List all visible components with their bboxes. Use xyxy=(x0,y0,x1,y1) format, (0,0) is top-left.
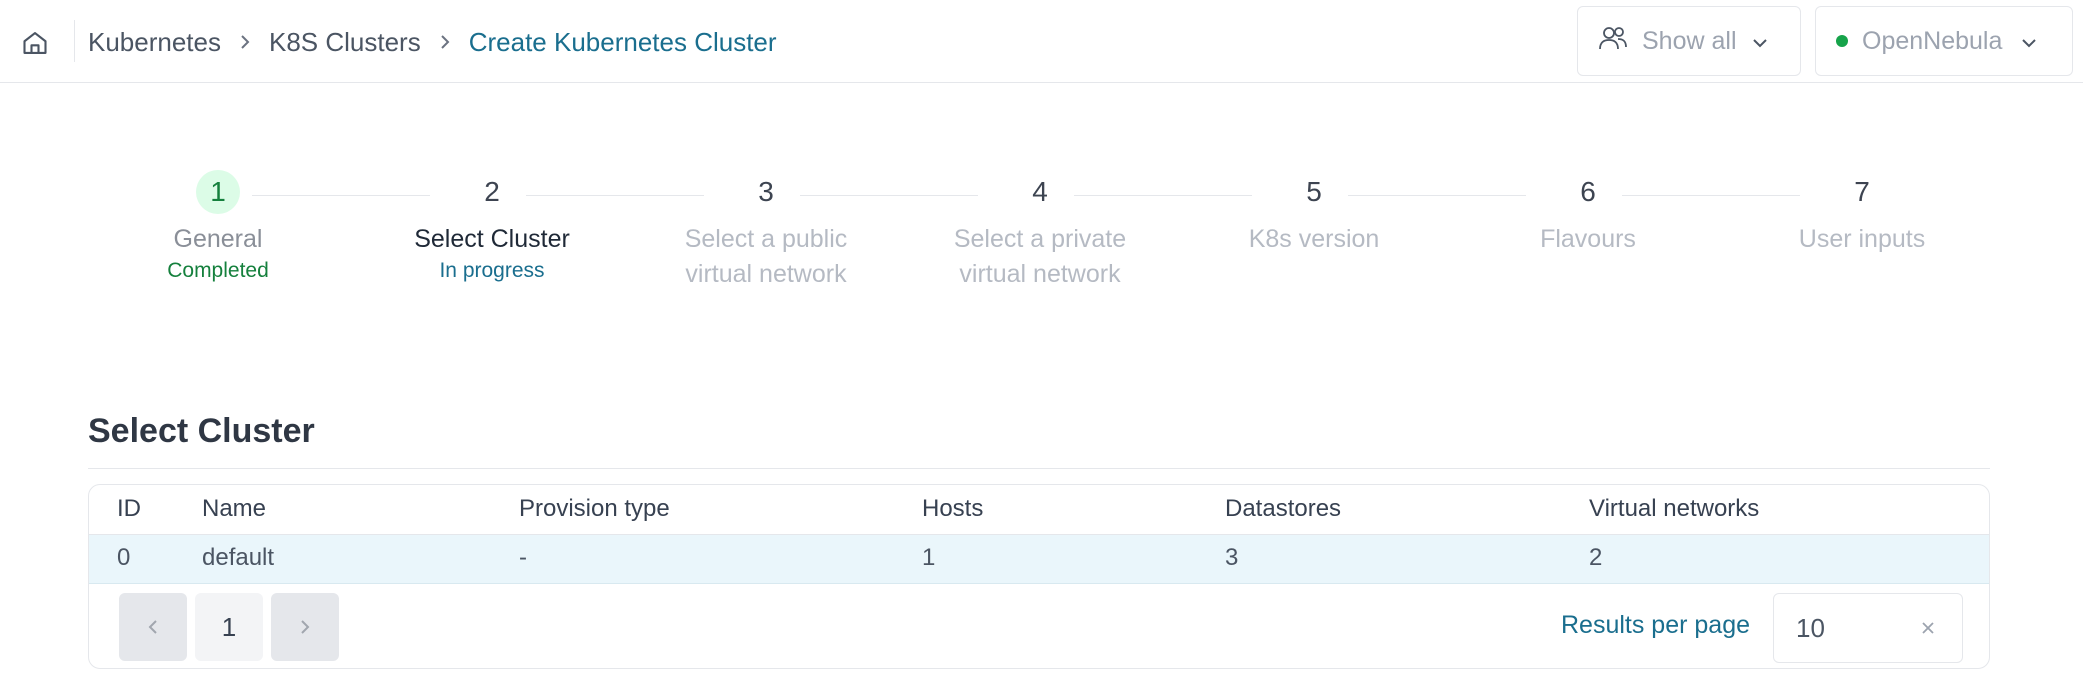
pagination: 1 xyxy=(119,593,339,661)
zone-status-dot xyxy=(1836,35,1848,47)
users-icon xyxy=(1598,24,1628,59)
chevron-down-icon xyxy=(2020,27,2038,56)
cell-provision-type: - xyxy=(519,544,527,571)
step-status: Completed xyxy=(167,259,269,282)
step-label: Select Cluster xyxy=(414,225,570,253)
breadcrumb-kubernetes[interactable]: Kubernetes xyxy=(88,27,221,58)
header-divider xyxy=(74,20,75,62)
step-label: User inputs xyxy=(1798,225,1926,253)
previous-page-button[interactable] xyxy=(119,593,187,661)
step-status: In progress xyxy=(439,259,545,282)
step-select-cluster[interactable]: 2 Select Cluster In progress xyxy=(372,170,612,285)
groups-filter-button[interactable]: Show all xyxy=(1577,6,1801,76)
clusters-table: ID Name Provision type Hosts Datastores … xyxy=(88,484,1990,669)
cell-virtual-networks: 2 xyxy=(1589,544,1603,571)
cell-hosts: 1 xyxy=(922,544,936,571)
table-row[interactable]: 0 default - 1 3 2 xyxy=(89,535,1989,584)
step-user-inputs: 7 User inputs xyxy=(1742,170,1982,257)
step-label: Flavours xyxy=(1540,225,1636,253)
next-page-button[interactable] xyxy=(271,593,339,661)
groups-filter-label: Show all xyxy=(1642,26,1737,55)
chevron-down-icon xyxy=(1751,27,1769,56)
step-number: 7 xyxy=(1854,176,1870,207)
breadcrumb-current: Create Kubernetes Cluster xyxy=(468,26,777,57)
step-private-network: 4 Select a private virtual network xyxy=(920,170,1160,292)
cell-datastores: 3 xyxy=(1225,544,1239,571)
column-header-name: Name xyxy=(202,495,267,522)
breadcrumb-k8s-clusters[interactable]: K8S Clusters xyxy=(269,27,421,58)
step-number: 1 xyxy=(196,170,240,214)
top-header: Kubernetes K8S Clusters Create Kubernete… xyxy=(0,0,2083,83)
wizard-stepper: 1 General Completed 2 Select Cluster In … xyxy=(80,170,1925,320)
zone-label: OpenNebula xyxy=(1862,26,2003,55)
results-per-page-select[interactable]: 10 xyxy=(1773,593,1963,663)
results-per-page-label: Results per page xyxy=(1561,611,1751,639)
section-title: Select Cluster xyxy=(88,412,315,450)
cell-name: default xyxy=(202,544,275,571)
step-k8s-version: 5 K8s version xyxy=(1194,170,1434,257)
column-header-provision-type: Provision type xyxy=(519,495,670,522)
step-number: 5 xyxy=(1306,176,1322,207)
chevron-right-icon xyxy=(437,32,453,52)
step-label: Select a public virtual network xyxy=(684,225,848,288)
column-header-id: ID xyxy=(117,495,141,522)
cell-id: 0 xyxy=(117,544,131,571)
step-number: 2 xyxy=(484,176,500,207)
chevron-right-icon xyxy=(301,620,310,634)
step-label: General xyxy=(173,225,263,253)
column-header-hosts: Hosts xyxy=(922,495,984,522)
chevron-left-icon xyxy=(148,620,157,634)
step-label: Select a private virtual network xyxy=(953,225,1127,288)
column-header-virtual-networks: Virtual networks xyxy=(1589,495,1760,522)
step-number: 4 xyxy=(1032,176,1048,207)
step-flavours: 6 Flavours xyxy=(1468,170,1708,257)
zone-selector-button[interactable]: OpenNebula xyxy=(1815,6,2073,76)
page-button-current[interactable]: 1 xyxy=(195,593,263,661)
results-per-page-value: 10 xyxy=(1796,612,1825,643)
step-label: K8s version xyxy=(1248,225,1380,253)
breadcrumb: Kubernetes K8S Clusters Create Kubernete… xyxy=(88,24,777,60)
chevron-right-icon xyxy=(237,32,253,52)
column-header-datastores: Datastores xyxy=(1225,495,1342,522)
table-header: ID Name Provision type Hosts Datastores … xyxy=(89,485,1989,535)
section-divider xyxy=(88,468,1990,469)
step-number: 3 xyxy=(758,176,774,207)
step-general[interactable]: 1 General Completed xyxy=(98,170,338,285)
home-icon[interactable] xyxy=(18,26,52,60)
step-public-network: 3 Select a public virtual network xyxy=(646,170,886,292)
step-number: 6 xyxy=(1580,176,1596,207)
close-icon[interactable] xyxy=(1916,616,1940,640)
